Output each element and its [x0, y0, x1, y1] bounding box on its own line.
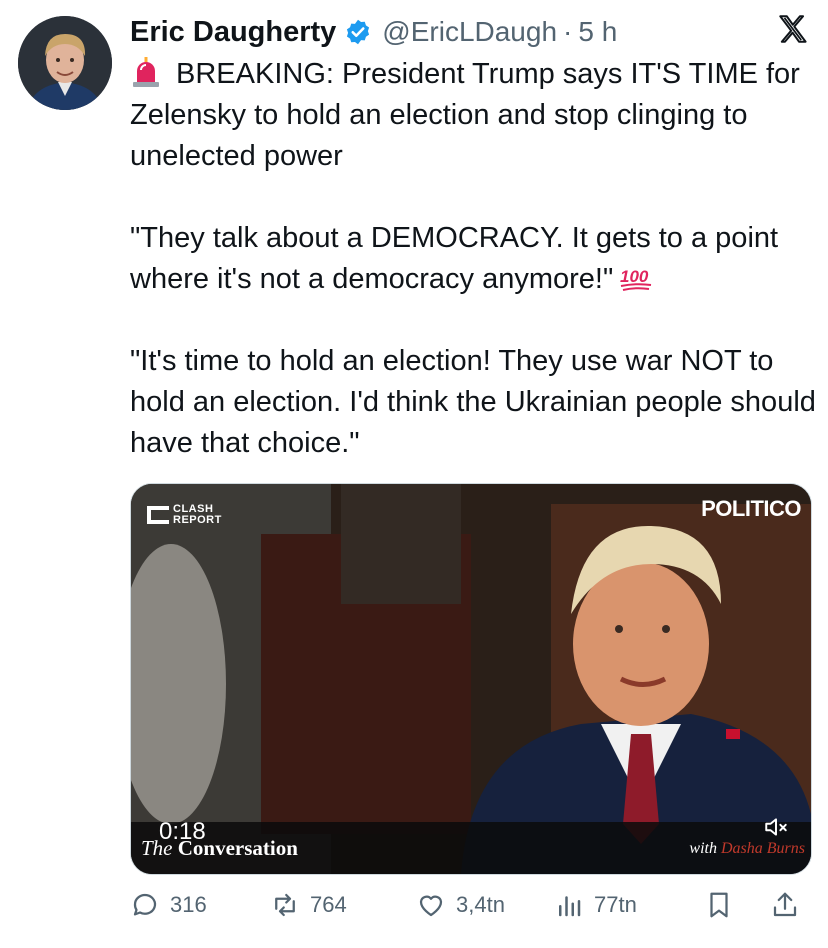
timestamp[interactable]: 5 h: [578, 16, 617, 48]
share-button[interactable]: [770, 890, 810, 920]
avatar[interactable]: [18, 16, 112, 110]
views-icon: [559, 896, 581, 917]
reply-count: 316: [170, 892, 207, 917]
politico-logo: POLITICO: [701, 496, 801, 521]
mute-icon[interactable]: [763, 814, 789, 840]
bookmark-icon: [710, 892, 728, 918]
hundred-icon: 100: [620, 267, 652, 291]
show-prefix: The: [141, 836, 173, 860]
avatar-photo: [18, 16, 112, 110]
clash-report-logo: CLASH REPORT: [147, 504, 222, 526]
bookmark-button[interactable]: [704, 890, 744, 920]
author-handle[interactable]: @EricLDaugh: [382, 16, 557, 48]
author-name[interactable]: Eric Daugherty: [130, 16, 336, 49]
like-count: 3,4tn: [456, 892, 505, 917]
retweet-icon: [275, 893, 295, 917]
share-icon: [773, 892, 797, 917]
like-icon: [419, 895, 443, 917]
retweet-count: 764: [310, 892, 347, 917]
reply-icon: [133, 893, 157, 916]
separator: ·: [563, 16, 573, 47]
tweet-quote-2: "It's time to hold an election! They use…: [130, 345, 824, 459]
action-bar: 316 764 3,4tn 77tn: [130, 890, 810, 930]
x-logo-icon[interactable]: [776, 12, 810, 46]
tweet-quote-1: "They talk about a DEMOCRACY. It gets to…: [130, 222, 787, 295]
siren-icon: [133, 57, 159, 87]
like-button[interactable]: 3,4tn: [416, 890, 505, 920]
tweet-body: BREAKING: President Trump says IT'S TIME…: [130, 54, 820, 464]
views-button[interactable]: 77tn: [554, 890, 637, 920]
reply-button[interactable]: 316: [130, 890, 207, 920]
host-name: Dasha Burns: [720, 840, 805, 857]
show-name: Conversation: [177, 836, 298, 860]
video-player[interactable]: CLASH REPORT POLITICO 0:18 The Conversat…: [130, 483, 812, 875]
retweet-button[interactable]: 764: [270, 890, 347, 920]
view-count: 77tn: [594, 892, 637, 917]
tweet-headline: BREAKING: President Trump says IT'S TIME…: [130, 58, 808, 172]
report-text: REPORT: [173, 514, 222, 526]
tweet-header: Eric Daugherty @EricLDaugh · 5 h: [130, 10, 812, 54]
verified-icon: [347, 19, 370, 45]
show-title: The Conversation: [141, 836, 298, 861]
video-frame: [131, 484, 811, 874]
with-prefix: with: [689, 840, 717, 857]
svg-text:100: 100: [620, 267, 649, 286]
host-credit: with Dasha Burns: [689, 840, 805, 858]
